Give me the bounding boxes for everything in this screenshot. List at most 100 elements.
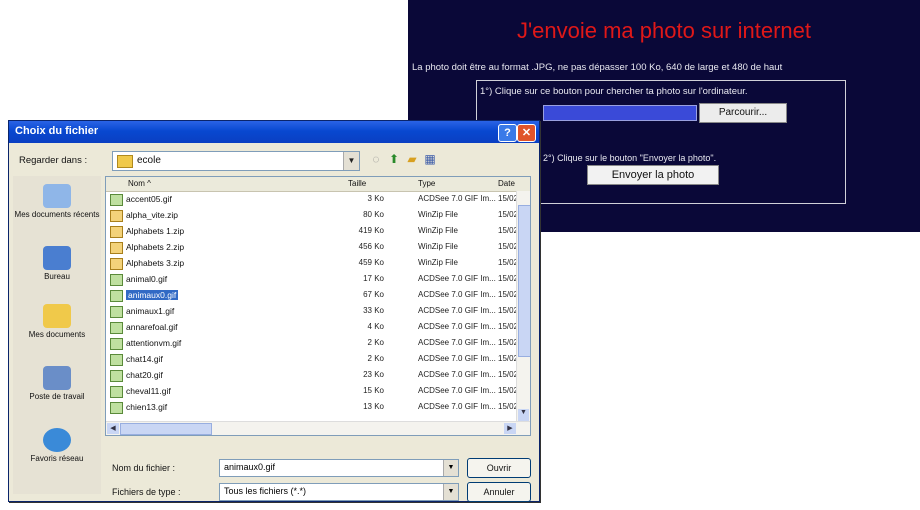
file-row[interactable]: Alphabets 2.zip 456 Ko WinZip File 15/02: [106, 241, 518, 254]
file-name: chat20.gif: [126, 370, 163, 380]
file-row[interactable]: animal0.gif 17 Ko ACDSee 7.0 GIF Im... 15/0…: [106, 273, 518, 286]
gif-file-icon: [110, 354, 123, 366]
file-name: chat14.gif: [126, 354, 163, 364]
page-title: J'envoie ma photo sur internet: [516, 18, 812, 43]
scroll-left-icon[interactable]: ◀: [107, 423, 119, 434]
gif-file-icon: [110, 194, 123, 206]
chevron-down-icon[interactable]: ▼: [443, 484, 458, 500]
file-name: accent05.gif: [126, 194, 172, 204]
file-name: alpha_vite.zip: [126, 210, 178, 220]
file-size: 80 Ko: [363, 210, 384, 219]
file-dialog: Choix du fichier ? ✕ Regarder dans : eco…: [8, 120, 540, 502]
zip-file-icon: [110, 226, 123, 238]
file-row[interactable]: chat20.gif 23 Ko ACDSee 7.0 GIF Im... 15/02: [106, 369, 518, 382]
file-size: 3 Ko: [367, 194, 384, 203]
file-row[interactable]: animaux0.gif 67 Ko ACDSee 7.0 GIF Im... 15/…: [106, 289, 518, 302]
place-my-documents[interactable]: Mes documents: [13, 304, 101, 339]
format-notice: La photo doit être au format .JPG, ne pa…: [412, 62, 783, 73]
place-recent[interactable]: Mes documents récents: [13, 184, 101, 219]
file-row[interactable]: chat14.gif 2 Ko ACDSee 7.0 GIF Im... 15/02: [106, 353, 518, 366]
chevron-down-icon[interactable]: ▼: [443, 460, 458, 476]
file-name: chien13.gif: [126, 402, 168, 412]
desktop-icon: [43, 246, 71, 270]
file-size: 4 Ko: [367, 322, 384, 331]
recent-documents-icon: [43, 184, 71, 208]
open-button[interactable]: Ouvrir: [467, 458, 531, 478]
list-header: Nom ^ Taille Type Date: [106, 177, 530, 192]
file-list[interactable]: Nom ^ Taille Type Date accent05.gif 3 Ko A…: [105, 176, 531, 436]
file-name: animaux1.gif: [126, 306, 175, 316]
column-name[interactable]: Nom ^: [128, 179, 151, 188]
file-row[interactable]: animaux1.gif 33 Ko ACDSee 7.0 GIF Im... 15/…: [106, 305, 518, 318]
place-network[interactable]: Favoris réseau: [13, 428, 101, 463]
back-icon[interactable]: ◌: [369, 152, 383, 166]
new-folder-icon[interactable]: ▰: [405, 152, 419, 166]
gif-file-icon: [110, 290, 123, 302]
my-documents-icon: [43, 304, 71, 328]
network-icon: [43, 428, 71, 452]
places-bar: Mes documents récents Bureau Mes documen…: [13, 176, 101, 494]
horizontal-scrollbar[interactable]: ◀ ▶: [106, 421, 530, 435]
up-folder-icon[interactable]: ⬆: [387, 152, 401, 166]
filename-input[interactable]: animaux0.gif ▼: [219, 459, 459, 477]
zip-file-icon: [110, 242, 123, 254]
file-row[interactable]: cheval11.gif 15 Ko ACDSee 7.0 GIF Im... 15/…: [106, 385, 518, 398]
step1-instruction: 1°) Clique sur ce bouton pour chercher t…: [480, 86, 748, 97]
file-path-input[interactable]: [543, 105, 697, 121]
view-menu-icon[interactable]: ▦: [423, 152, 437, 166]
file-row[interactable]: Alphabets 1.zip 419 Ko WinZip File 15/02: [106, 225, 518, 238]
chevron-down-icon[interactable]: ▼: [343, 152, 359, 170]
file-size: 2 Ko: [367, 354, 384, 363]
column-size[interactable]: Taille: [348, 179, 366, 188]
file-row[interactable]: Alphabets 3.zip 459 Ko WinZip File 15/02: [106, 257, 518, 270]
zip-file-icon: [110, 258, 123, 270]
file-type: WinZip File: [418, 210, 459, 219]
vertical-scroll-thumb[interactable]: [518, 205, 530, 357]
file-name: Alphabets 1.zip: [126, 226, 185, 236]
filetype-value: Tous les fichiers (*.*): [224, 486, 307, 496]
scroll-right-icon[interactable]: ▶: [504, 423, 516, 434]
send-photo-button[interactable]: Envoyer la photo: [587, 165, 719, 185]
file-type: ACDSee 7.0 GIF Im...: [418, 354, 496, 363]
place-desktop[interactable]: Bureau: [13, 246, 101, 281]
file-name: Alphabets 3.zip: [126, 258, 185, 268]
file-row[interactable]: attentionvm.gif 2 Ko ACDSee 7.0 GIF Im... 1…: [106, 337, 518, 350]
file-type: ACDSee 7.0 GIF Im...: [418, 370, 496, 379]
dialog-titlebar[interactable]: Choix du fichier ? ✕: [9, 121, 539, 143]
file-row[interactable]: accent05.gif 3 Ko ACDSee 7.0 GIF Im... 15/0…: [106, 193, 518, 206]
file-size: 15 Ko: [363, 386, 384, 395]
file-type: ACDSee 7.0 GIF Im...: [418, 290, 496, 299]
file-size: 456 Ko: [358, 242, 384, 251]
file-name: Alphabets 2.zip: [126, 242, 185, 252]
file-size: 23 Ko: [363, 370, 384, 379]
file-size: 67 Ko: [363, 290, 384, 299]
filetype-select[interactable]: Tous les fichiers (*.*) ▼: [219, 483, 459, 501]
file-row[interactable]: alpha_vite.zip 80 Ko WinZip File 15/02: [106, 209, 518, 222]
file-row[interactable]: annarefoal.gif 4 Ko ACDSee 7.0 GIF Im... 15…: [106, 321, 518, 334]
file-type: ACDSee 7.0 GIF Im...: [418, 322, 496, 331]
vertical-scrollbar[interactable]: ▼: [516, 191, 530, 421]
gif-file-icon: [110, 322, 123, 334]
file-type: WinZip File: [418, 226, 459, 235]
file-row[interactable]: chien13.gif 13 Ko ACDSee 7.0 GIF Im... 15/0…: [106, 401, 518, 414]
lookin-value: ecole: [137, 155, 161, 166]
help-button[interactable]: ?: [498, 124, 517, 142]
close-button[interactable]: ✕: [517, 124, 536, 142]
file-type: ACDSee 7.0 GIF Im...: [418, 194, 496, 203]
column-type[interactable]: Type: [418, 179, 435, 188]
column-date[interactable]: Date: [498, 179, 515, 188]
lookin-dropdown[interactable]: ecole ▼: [112, 151, 360, 171]
browse-button[interactable]: Parcourir...: [699, 103, 787, 123]
place-my-computer[interactable]: Poste de travail: [13, 366, 101, 401]
folder-icon: [117, 155, 133, 168]
file-name: annarefoal.gif: [126, 322, 178, 332]
file-type: ACDSee 7.0 GIF Im...: [418, 274, 496, 283]
filename-label: Nom du fichier :: [112, 463, 176, 473]
file-type: WinZip File: [418, 258, 459, 267]
horizontal-scroll-thumb[interactable]: [120, 423, 212, 435]
cancel-button[interactable]: Annuler: [467, 482, 531, 502]
file-name: attentionvm.gif: [126, 338, 182, 348]
zip-file-icon: [110, 210, 123, 222]
scroll-down-icon[interactable]: ▼: [518, 409, 529, 421]
file-name: animaux0.gif: [126, 290, 179, 300]
